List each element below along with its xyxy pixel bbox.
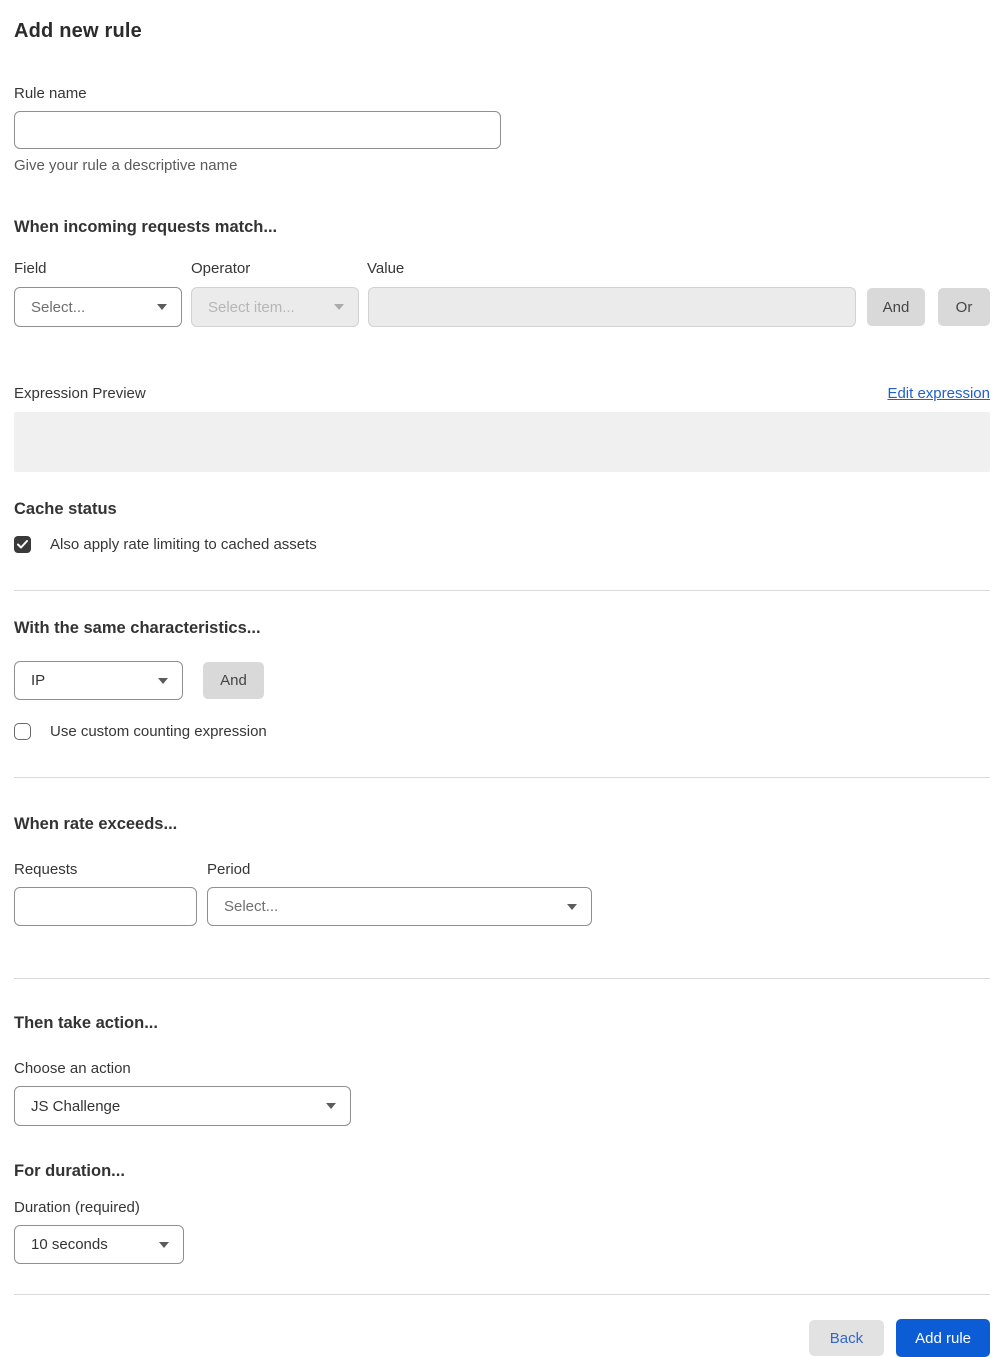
period-select-value: Select...	[224, 898, 279, 915]
add-rule-form: Add new rule Rule name Give your rule a …	[0, 0, 1002, 1357]
match-section-heading: When incoming requests match...	[14, 218, 278, 236]
action-select-value: JS Challenge	[31, 1097, 121, 1115]
expression-preview-box	[14, 412, 990, 472]
chevron-down-icon	[326, 1103, 336, 1109]
field-label: Field	[14, 260, 47, 277]
operator-label: Operator	[191, 260, 251, 277]
characteristic-select[interactable]: IP	[14, 661, 183, 700]
cache-status-heading: Cache status	[14, 500, 117, 518]
section-divider	[14, 590, 990, 591]
add-rule-button[interactable]: Add rule	[896, 1319, 990, 1357]
section-divider	[14, 777, 990, 778]
add-characteristic-and-button[interactable]: And	[203, 662, 264, 699]
characteristic-select-value: IP	[31, 672, 46, 689]
rule-name-label: Rule name	[14, 85, 87, 102]
operator-select: Select item...	[191, 287, 359, 327]
chevron-down-icon	[159, 1241, 169, 1248]
edit-expression-link[interactable]: Edit expression	[887, 385, 990, 402]
action-select[interactable]: JS Challenge	[14, 1086, 351, 1126]
field-select[interactable]: Select...	[14, 287, 182, 327]
duration-heading: For duration...	[14, 1162, 125, 1180]
rate-heading: When rate exceeds...	[14, 815, 178, 833]
section-divider	[14, 978, 990, 979]
or-button[interactable]: Or	[938, 288, 990, 326]
chevron-down-icon	[157, 304, 167, 310]
and-button[interactable]: And	[867, 288, 925, 326]
back-button[interactable]: Back	[808, 1320, 885, 1356]
characteristics-heading: With the same characteristics...	[14, 619, 261, 637]
chevron-down-icon	[334, 304, 344, 310]
page-title: Add new rule	[14, 20, 142, 42]
custom-counting-checkbox[interactable]	[14, 723, 31, 740]
footer-divider	[14, 1294, 990, 1295]
operator-select-value: Select item...	[208, 298, 295, 316]
action-heading: Then take action...	[14, 1014, 158, 1032]
duration-select-value: 10 seconds	[31, 1236, 108, 1253]
value-label: Value	[367, 260, 405, 277]
value-input	[368, 287, 856, 327]
chevron-down-icon	[567, 903, 577, 910]
expression-preview-label: Expression Preview	[14, 385, 146, 402]
period-label: Period	[207, 861, 251, 878]
period-select[interactable]: Select...	[207, 887, 592, 926]
duration-label: Duration (required)	[14, 1199, 140, 1216]
choose-action-label: Choose an action	[14, 1060, 131, 1077]
requests-input[interactable]	[14, 887, 197, 926]
chevron-down-icon	[158, 677, 168, 684]
cached-assets-checkbox-label: Also apply rate limiting to cached asset…	[50, 536, 317, 553]
check-icon	[17, 540, 28, 549]
field-select-value: Select...	[31, 298, 86, 316]
custom-counting-checkbox-label: Use custom counting expression	[50, 723, 267, 740]
rule-name-input[interactable]	[14, 111, 501, 149]
duration-select[interactable]: 10 seconds	[14, 1225, 184, 1264]
cached-assets-checkbox[interactable]	[14, 536, 31, 553]
rule-name-helper: Give your rule a descriptive name	[14, 157, 238, 174]
requests-label: Requests	[14, 861, 78, 878]
